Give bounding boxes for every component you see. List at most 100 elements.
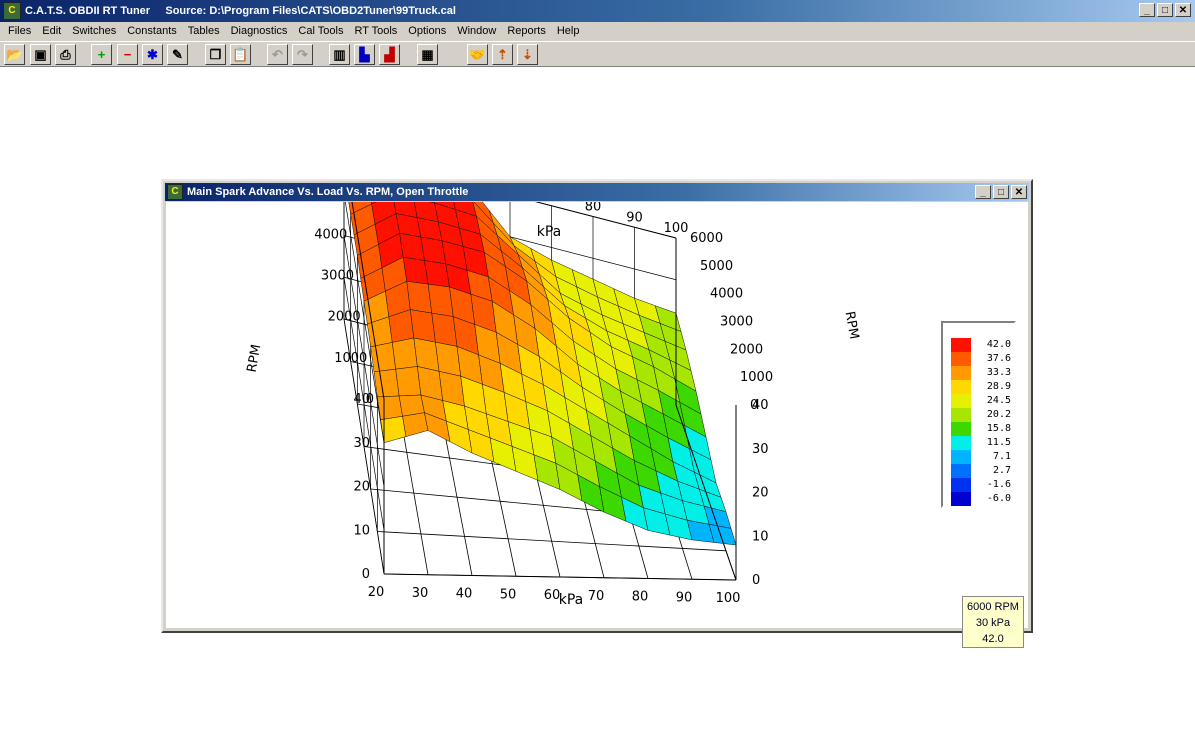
menu-options[interactable]: Options <box>403 22 452 41</box>
x-tick-label: 90 <box>626 210 643 225</box>
graph-edit-icon[interactable]: ▟ <box>379 44 400 65</box>
maximize-button[interactable]: □ <box>1157 3 1173 17</box>
menu-files[interactable]: Files <box>3 22 37 41</box>
legend-swatch <box>951 464 971 478</box>
open-folder-icon[interactable]: 📂 <box>4 44 25 65</box>
legend-label: -1.6 <box>986 479 1011 490</box>
legend-entry: 33.3 <box>951 366 1013 380</box>
z-tick-label: 40 <box>752 398 769 413</box>
paste-icon[interactable]: 📋 <box>230 44 251 65</box>
readout-rpm: 6000 RPM <box>967 601 1019 613</box>
multiply-icon[interactable]: ✱ <box>142 44 163 65</box>
z-tick-label: 0 <box>362 567 370 582</box>
x-tick-label: 90 <box>676 590 693 605</box>
legend-label: 11.5 <box>986 437 1011 448</box>
x-tick-label: 80 <box>585 202 602 215</box>
legend-swatch <box>951 366 971 380</box>
x-axis-label-top: kPa <box>537 224 562 240</box>
chart-close-button[interactable]: ✕ <box>1011 185 1027 199</box>
legend-entry: 20.2 <box>951 408 1013 422</box>
connect-handshake-icon[interactable]: 🤝 <box>467 44 488 65</box>
legend-swatch <box>951 492 971 506</box>
y-axis-label-right: RPM <box>842 310 862 340</box>
x-tick-label: 40 <box>456 587 473 602</box>
menu-help[interactable]: Help <box>552 22 586 41</box>
undo-icon[interactable]: ↶ <box>267 44 288 65</box>
save-icon[interactable]: ▣ <box>30 44 51 65</box>
z-tick-label: 20 <box>353 480 370 495</box>
surface-chart[interactable]: 2020303040405050606070708080909010010000… <box>166 135 1028 629</box>
menu-edit[interactable]: Edit <box>37 22 67 41</box>
y-tick-label: 2000 <box>730 342 763 357</box>
subtract-icon[interactable]: − <box>117 44 138 65</box>
close-button[interactable]: ✕ <box>1175 3 1191 17</box>
color-legend: 42.0 37.6 33.3 28.9 24.5 20.2 15.8 11.5 7.1 2.7 -1… <box>941 321 1016 508</box>
y-tick-label: 6000 <box>690 231 723 246</box>
menu-window[interactable]: Window <box>452 22 502 41</box>
box-edge <box>383 573 737 581</box>
menu-constants[interactable]: Constants <box>122 22 183 41</box>
legend-swatch <box>951 338 971 352</box>
y-axis-label-left: RPM <box>245 343 265 373</box>
menu-reports[interactable]: Reports <box>502 22 552 41</box>
app-logo-icon[interactable]: C <box>3 2 21 20</box>
legend-swatch <box>951 352 971 366</box>
legend-swatch <box>951 408 971 422</box>
surface-cell <box>370 342 396 373</box>
legend-label: 2.7 <box>992 465 1011 476</box>
y-tick-label: 3000 <box>321 269 354 284</box>
legend-entry: 28.9 <box>951 380 1013 394</box>
print-icon[interactable]: ⎙ <box>55 44 76 65</box>
minimize-button[interactable]: _ <box>1139 3 1155 17</box>
legend-label: 37.6 <box>986 353 1011 364</box>
menu-diagnostics[interactable]: Diagnostics <box>226 22 294 41</box>
y-tick-label: 1000 <box>740 370 773 385</box>
surface-cell <box>373 368 400 398</box>
grid-icon[interactable]: ▦ <box>417 44 438 65</box>
download-icon[interactable]: ⇣ <box>517 44 538 65</box>
menu-rt-tools[interactable]: RT Tools <box>349 22 403 41</box>
bar-graph-icon[interactable]: ▙ <box>354 44 375 65</box>
x-tick-label: 70 <box>543 202 560 204</box>
y-tick-label: 2000 <box>328 310 361 325</box>
surface-cell <box>410 309 436 343</box>
x-tick-label: 70 <box>588 589 605 604</box>
chart-window-title-bar: C Main Spark Advance Vs. Load Vs. RPM, O… <box>165 183 1029 201</box>
legend-label: 20.2 <box>986 409 1011 420</box>
add-icon[interactable]: + <box>91 44 112 65</box>
edit-pencil-icon[interactable]: ✎ <box>167 44 188 65</box>
menu-switches[interactable]: Switches <box>67 22 122 41</box>
y-tick-label: 5000 <box>700 259 733 274</box>
y-tick-label: 4000 <box>314 227 347 242</box>
app-title-bar: C C.A.T.S. OBDII RT Tuner Source: D:\Pro… <box>0 0 1195 22</box>
chart-surface <box>343 154 737 546</box>
surface-cell <box>391 337 418 370</box>
window-controls: _ □ ✕ <box>1139 3 1191 17</box>
surface-cell <box>402 412 429 437</box>
surface-cell <box>395 366 422 397</box>
copy-icon[interactable]: ❐ <box>205 44 226 65</box>
x-tick-label: 80 <box>632 590 649 605</box>
y-tick-label: 1000 <box>334 351 367 366</box>
z-tick-label: 30 <box>353 436 370 451</box>
upload-icon[interactable]: ⇡ <box>492 44 513 65</box>
chart-area: 2020303040405050606070708080909010010000… <box>166 135 1028 648</box>
surface-cell <box>427 283 454 317</box>
x-tick-label: 100 <box>716 591 741 606</box>
redo-icon[interactable]: ↷ <box>292 44 313 65</box>
chart-window-title: Main Spark Advance Vs. Load Vs. RPM, Ope… <box>187 186 469 198</box>
surface-cell <box>406 280 433 314</box>
menu-tables[interactable]: Tables <box>183 22 226 41</box>
table-view-icon[interactable]: ▥ <box>329 44 350 65</box>
menu-cal-tools[interactable]: Cal Tools <box>293 22 349 41</box>
chart-minimize-button[interactable]: _ <box>975 185 991 199</box>
chart-window-icon[interactable]: C <box>167 184 183 200</box>
legend-label: 42.0 <box>986 339 1011 350</box>
chart-maximize-button[interactable]: □ <box>993 185 1009 199</box>
z-tick-label: 30 <box>752 442 769 457</box>
legend-swatch <box>951 450 971 464</box>
x-tick-label: 20 <box>368 585 385 600</box>
menu-bar: Files Edit Switches Constants Tables Dia… <box>0 22 1195 41</box>
toolbar: 📂 ▣ ⎙ + − ✱ ✎ ❐ 📋 ↶ ↷ ▥ ▙ ▟ ▦ 🤝 ⇡ ⇣ <box>0 41 1195 67</box>
legend-label: 15.8 <box>986 423 1011 434</box>
